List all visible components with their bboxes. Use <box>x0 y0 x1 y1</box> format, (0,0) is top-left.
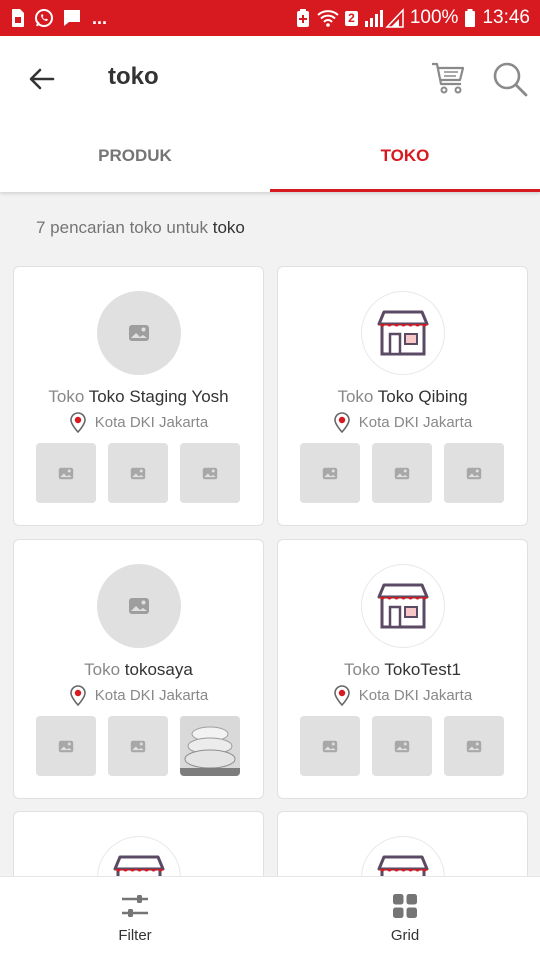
location-pin-icon <box>69 412 86 433</box>
result-tabs: PRODUK TOKO <box>0 120 540 192</box>
search-icon[interactable] <box>491 60 529 98</box>
shop-name: Toko TokoTest1 <box>278 660 527 680</box>
image-placeholder-icon <box>58 740 74 752</box>
battery-icon <box>465 9 476 27</box>
shop-location-text: Kota DKI Jakarta <box>358 413 473 431</box>
shop-avatar <box>97 564 181 648</box>
shop-location-text: Kota DKI Jakarta <box>94 686 209 704</box>
product-thumbnail[interactable] <box>36 716 96 776</box>
search-result-screen: ... 2 100% 13:46 toko PRODUK TOKO 7 penc… <box>0 0 540 960</box>
shop-avatar <box>361 291 445 375</box>
product-thumbnails <box>36 443 240 503</box>
image-placeholder-icon <box>322 467 338 479</box>
product-photo-pillows[interactable] <box>180 716 240 776</box>
grid-view-button[interactable]: Grid <box>270 877 540 960</box>
image-placeholder-icon <box>130 740 146 752</box>
shop-card[interactable]: Toko TokoTest1 Kota DKI Jakarta <box>277 539 528 799</box>
location-pin-icon <box>69 685 86 706</box>
app-bar: toko <box>0 36 540 120</box>
image-placeholder-icon <box>394 467 410 479</box>
image-placeholder-icon <box>58 467 74 479</box>
shop-location: Kota DKI Jakarta <box>14 411 263 433</box>
bottom-action-bar: Filter Grid <box>0 876 540 960</box>
image-placeholder-icon <box>129 598 149 614</box>
wifi-icon <box>317 10 339 27</box>
product-thumbnails <box>36 716 240 776</box>
sim-card-icon <box>12 9 24 27</box>
shop-location-text: Kota DKI Jakarta <box>358 686 473 704</box>
product-thumbnail[interactable] <box>300 716 360 776</box>
shop-prefix: Toko <box>84 660 121 679</box>
shop-name: Toko Toko Staging Yosh <box>14 387 263 407</box>
shop-prefix: Toko <box>337 387 374 406</box>
product-thumbnail[interactable] <box>444 443 504 503</box>
location-pin-icon <box>333 412 350 433</box>
tab-produk[interactable]: PRODUK <box>0 120 270 192</box>
shop-location: Kota DKI Jakarta <box>14 684 263 706</box>
filter-sliders-icon <box>122 895 148 917</box>
filter-label: Filter <box>118 927 152 944</box>
image-placeholder-icon <box>202 467 218 479</box>
shop-name: Toko Toko Qibing <box>278 387 527 407</box>
grid-icon <box>393 894 417 918</box>
shop-title: Toko Staging Yosh <box>88 387 229 406</box>
product-thumbnails <box>300 716 504 776</box>
shop-avatar <box>97 291 181 375</box>
image-placeholder-icon <box>130 467 146 479</box>
battery-level: 100% <box>409 7 459 28</box>
clock: 13:46 <box>482 7 530 28</box>
more-notifications: ... <box>92 7 108 28</box>
product-thumbnail[interactable] <box>444 716 504 776</box>
image-placeholder-icon <box>394 740 410 752</box>
product-thumbnail[interactable] <box>108 716 168 776</box>
shop-title: Toko Qibing <box>377 387 468 406</box>
message-icon <box>64 10 80 26</box>
pillow-photo-image <box>180 716 240 776</box>
back-arrow-icon[interactable] <box>26 63 58 95</box>
store-icon <box>377 583 429 629</box>
shop-card[interactable]: Toko tokosaya Kota DKI Jakarta <box>13 539 264 799</box>
shop-prefix: Toko <box>344 660 380 679</box>
store-icon <box>377 310 429 356</box>
summary-query: toko <box>212 218 245 237</box>
product-thumbnail[interactable] <box>372 716 432 776</box>
shop-location: Kota DKI Jakarta <box>278 411 527 433</box>
whatsapp-icon <box>35 9 53 27</box>
image-placeholder-icon <box>129 325 149 341</box>
shop-card[interactable]: Toko Toko Staging Yosh Kota DKI Jakarta <box>13 266 264 526</box>
location-pin-icon <box>333 685 350 706</box>
shop-location-text: Kota DKI Jakarta <box>94 413 209 431</box>
summary-prefix: 7 pencarian toko untuk <box>36 218 209 237</box>
shop-prefix: Toko <box>48 387 85 406</box>
signal-icon <box>364 8 404 28</box>
grid-label: Grid <box>390 927 420 944</box>
product-thumbnail[interactable] <box>300 443 360 503</box>
status-bar: ... 2 100% 13:46 <box>0 0 540 36</box>
product-thumbnail[interactable] <box>372 443 432 503</box>
battery-saver-icon <box>297 9 310 27</box>
shop-title: tokosaya <box>124 660 193 679</box>
product-thumbnail[interactable] <box>36 443 96 503</box>
sim-badge: 2 <box>345 10 358 26</box>
result-summary: 7 pencarian toko untuk toko <box>36 218 245 238</box>
shop-name: Toko tokosaya <box>14 660 263 680</box>
image-placeholder-icon <box>466 740 482 752</box>
filter-button[interactable]: Filter <box>0 877 270 960</box>
shop-title: TokoTest1 <box>384 660 461 679</box>
shop-card[interactable]: Toko Toko Qibing Kota DKI Jakarta <box>277 266 528 526</box>
tab-toko[interactable]: TOKO <box>270 120 540 192</box>
shop-location: Kota DKI Jakarta <box>278 684 527 706</box>
product-thumbnail[interactable] <box>108 443 168 503</box>
product-thumbnail[interactable] <box>180 443 240 503</box>
image-placeholder-icon <box>322 740 338 752</box>
search-query-title[interactable]: toko <box>108 63 159 91</box>
shop-avatar <box>361 564 445 648</box>
cart-icon[interactable] <box>430 58 466 98</box>
image-placeholder-icon <box>466 467 482 479</box>
product-thumbnails <box>300 443 504 503</box>
